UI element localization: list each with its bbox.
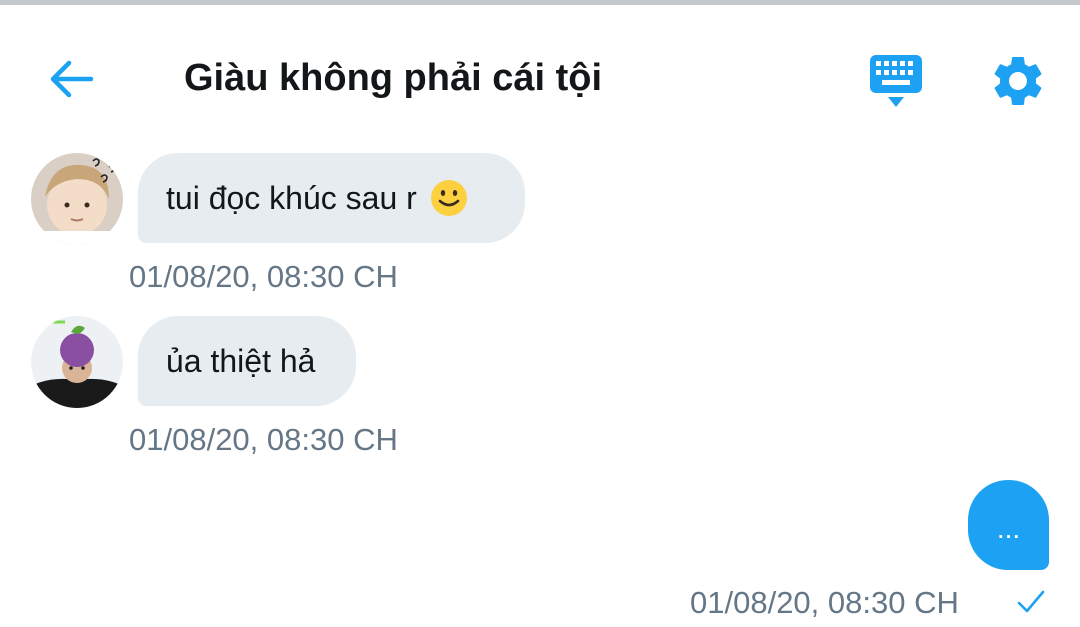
- gear-icon: [994, 56, 1042, 105]
- conversation-title: Giàu không phải cái tội: [184, 57, 603, 99]
- message-text: ...: [996, 513, 1021, 544]
- message-bubble-incoming[interactable]: tui đọc khúc sau r: [138, 153, 525, 243]
- message-timestamp: 01/08/20, 08:30 CH: [129, 422, 398, 457]
- slightly-smiling-face-icon: [430, 180, 467, 216]
- settings-button[interactable]: [988, 51, 1048, 111]
- avatar[interactable]: [31, 153, 123, 245]
- keyboard-icon: [870, 55, 922, 107]
- conversation-header: Giàu không phải cái tội: [0, 5, 1080, 145]
- message-bubble-incoming[interactable]: ủa thiệt hả: [138, 316, 356, 406]
- arrow-left-icon: [50, 60, 94, 98]
- user-avatar-image: [31, 153, 123, 245]
- message-text: tui đọc khúc sau r: [166, 180, 417, 216]
- back-button[interactable]: [42, 51, 102, 107]
- avatar[interactable]: [31, 316, 123, 408]
- message-timestamp: 01/08/20, 08:30 CH: [129, 259, 398, 294]
- message-timestamp: 01/08/20, 08:30 CH: [690, 585, 959, 620]
- message-bubble-outgoing[interactable]: ...: [968, 480, 1049, 570]
- user-avatar-image: [31, 316, 123, 408]
- message-text: ủa thiệt hả: [166, 343, 316, 379]
- keyboard-button[interactable]: [864, 51, 928, 111]
- check-icon: [1017, 590, 1045, 613]
